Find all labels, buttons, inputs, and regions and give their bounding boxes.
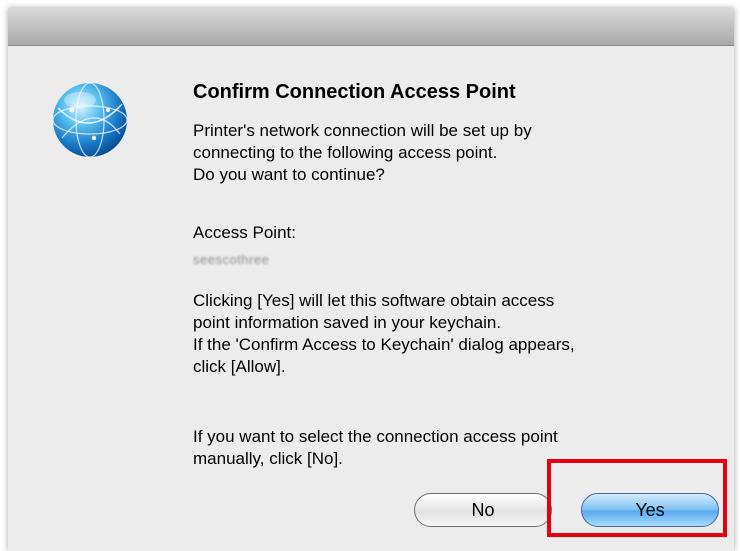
message-manual: If you want to select the connection acc… [193, 427, 558, 468]
access-point-value: seescothree [193, 252, 270, 267]
access-point-label: Access Point: [193, 223, 296, 242]
message-keychain: Clicking [Yes] will let this software ob… [193, 291, 575, 376]
globe-icon [52, 82, 128, 158]
dialog-title: Confirm Connection Access Point [193, 81, 516, 103]
message-continue: Printer's network connection will be set… [193, 121, 532, 184]
yes-button[interactable]: Yes [581, 493, 719, 527]
dialog-window: Confirm Connection Access Point Printer'… [8, 8, 734, 551]
title-bar[interactable] [8, 8, 734, 46]
no-button[interactable]: No [414, 493, 552, 527]
